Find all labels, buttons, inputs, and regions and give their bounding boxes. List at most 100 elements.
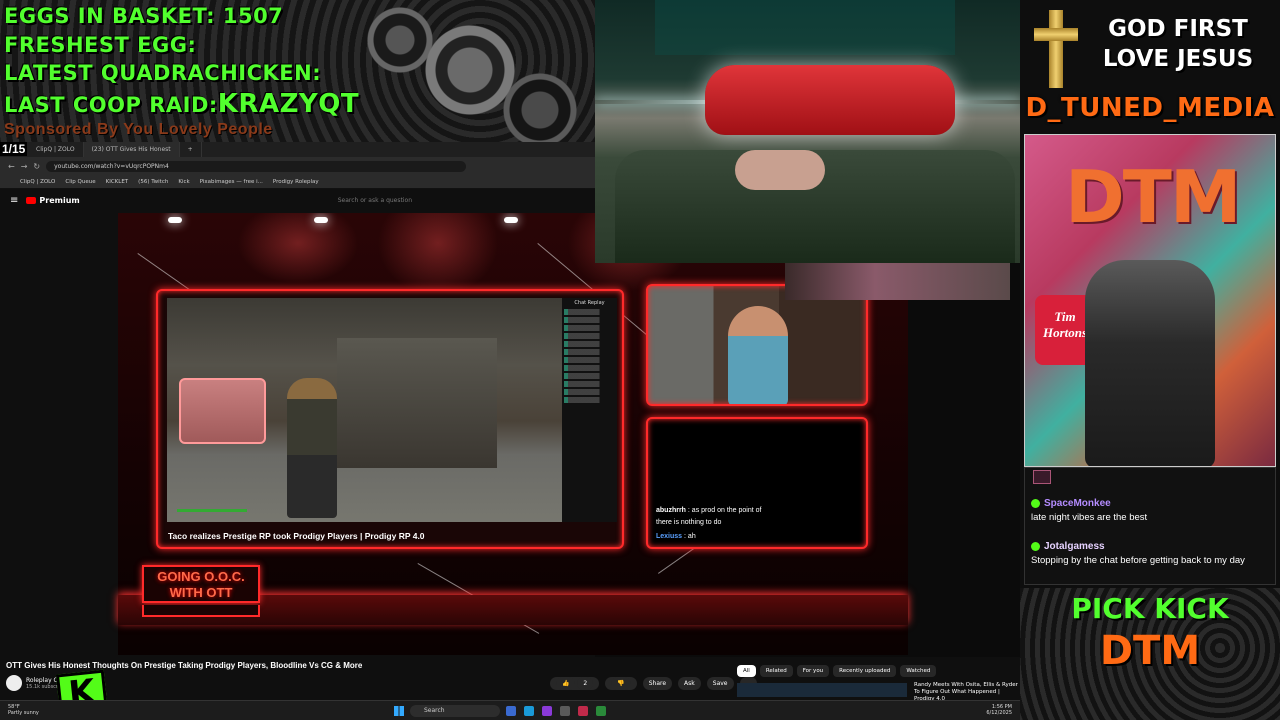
car-bumper-decor: [705, 65, 955, 135]
chat-username: Jotalgamess: [1044, 541, 1105, 552]
streamer-webcam: [595, 0, 1020, 263]
stream-chat-message: Lexiuss : ah: [656, 533, 696, 540]
share-button[interactable]: Share: [642, 677, 673, 690]
hallway: [337, 338, 497, 468]
taskbar-apps: [506, 706, 606, 716]
save-button[interactable]: Save: [706, 677, 734, 690]
pillow: [735, 150, 825, 190]
video-actions: 👍 2 👎 Share Ask Save ...: [550, 677, 758, 690]
address-bar: ← → ↻ youtube.com/watch?v=vUqrcPOPNm4: [0, 157, 595, 175]
chat-replay-panel: Chat Replay: [562, 298, 617, 522]
gaming-chair: [1085, 260, 1215, 466]
kick-badge-icon: [1031, 542, 1040, 551]
chat-text: late night vibes are the best: [1031, 512, 1148, 523]
ooc-banner: GOING O.O.C. WITH OTT: [142, 565, 260, 603]
chat-replay-row: [564, 357, 615, 363]
faith-line-1: GOD FIRST: [1108, 16, 1248, 42]
chat-replay-row: [564, 333, 615, 339]
youtube-video-title: OTT Gives His Honest Thoughts On Prestig…: [6, 661, 363, 670]
chat-user: SpaceMonkee: [1031, 498, 1147, 509]
faith-text: GOD FIRST LOVE JESUS: [1082, 14, 1274, 74]
ooc-banner-base: [142, 605, 260, 617]
chat-replay-row: [564, 325, 615, 331]
bookmark-item[interactable]: Pixabimages — free i...: [200, 179, 263, 185]
forward-icon[interactable]: →: [21, 162, 28, 171]
bookmark-item[interactable]: ClipQ | ZOLO: [20, 179, 55, 185]
browser-tab[interactable]: ClipQ | ZOLO: [28, 142, 84, 157]
chip-recently-uploaded[interactable]: Recently uploaded: [833, 665, 897, 677]
eggs-value: 1507: [222, 4, 284, 28]
chat-replay-row: [564, 389, 615, 395]
chat-text: Stopping by the chat before getting back…: [1031, 555, 1245, 566]
like-button[interactable]: 👍 2: [550, 677, 600, 690]
bookmark-item[interactable]: Prodigy Roleplay: [273, 179, 319, 185]
stats-overlay: EGGS IN BASKET: 1507 FRESHEST EGG: LATES…: [0, 0, 595, 142]
chip-watched[interactable]: Watched: [900, 665, 937, 677]
chat-replay-row: [564, 381, 615, 387]
coop-raid-label: LAST COOP RAID:: [4, 93, 218, 117]
youtube-play-icon: [26, 196, 37, 204]
youtube-search-input[interactable]: Search or ask a question: [338, 197, 412, 204]
chat-overlay: SpaceMonkee late night vibes are the bes…: [1024, 467, 1276, 585]
chat-replay-title: Chat Replay: [574, 300, 605, 306]
bookmark-item[interactable]: Kick: [178, 179, 189, 185]
ceiling-lamp-icon: [314, 217, 328, 223]
ceiling-lamp-icon: [168, 217, 182, 223]
youtube-logo[interactable]: Premium: [26, 195, 80, 205]
pick-kick-name: DTM: [1099, 628, 1201, 674]
chip-for-you[interactable]: For you: [796, 665, 830, 677]
bookmark-item[interactable]: (56) Twitch: [138, 179, 168, 185]
dislike-button[interactable]: 👎: [605, 677, 637, 690]
new-tab-button[interactable]: +: [180, 142, 202, 157]
pip-strip: [785, 263, 1010, 300]
bookmark-item[interactable]: KICKLET: [106, 179, 129, 185]
channel-avatar[interactable]: [6, 675, 22, 691]
reload-icon[interactable]: ↻: [33, 162, 40, 171]
pick-kick-promo: PICK KICK DTM: [1020, 588, 1280, 720]
sponsor-text: Sponsored By You Lovely People: [4, 121, 273, 138]
chat-bot-icon: [1033, 470, 1051, 484]
streamer-facecam: [179, 378, 266, 444]
url-input[interactable]: youtube.com/watch?v=vUqrcPOPNm4: [46, 160, 467, 172]
chat-replay-row: [564, 373, 615, 379]
file-explorer-icon[interactable]: [506, 706, 516, 716]
system-clock[interactable]: 1:56 PM 6/12/2025: [986, 704, 1012, 716]
youtube-brand-text: Premium: [39, 195, 80, 205]
youtube-video-info: OTT Gives His Honest Thoughts On Prestig…: [0, 657, 1020, 702]
clock-date: 6/12/2025: [986, 710, 1012, 716]
bookmark-item[interactable]: Clip Queue: [65, 179, 95, 185]
back-icon[interactable]: ←: [8, 162, 15, 171]
guest-webcam: [646, 284, 868, 406]
kick-badge-icon: [1031, 499, 1040, 508]
like-count: 2: [577, 677, 594, 690]
chat-text: there is nothing to do: [656, 519, 722, 526]
chat-text: : as prod on the point of: [687, 507, 762, 514]
room-webcam: DTM Tim Hortons: [1024, 134, 1276, 467]
related-video-thumbnail[interactable]: [737, 683, 907, 697]
app-icon[interactable]: [560, 706, 570, 716]
cross-vertical: [1049, 10, 1063, 88]
browser-tab-bar: ClipQ | ZOLO (23) OTT Gives His Honest +: [0, 142, 595, 157]
faith-line-2: LOVE JESUS: [1102, 46, 1254, 72]
taskbar-search[interactable]: Search: [410, 705, 500, 717]
chat-username: abuzhrrh: [656, 507, 686, 514]
ask-button[interactable]: Ask: [678, 677, 701, 690]
related-chips: All Related For you Recently uploaded Wa…: [737, 665, 937, 677]
hamburger-menu-icon[interactable]: ≡: [10, 195, 18, 206]
chip-all[interactable]: All: [737, 665, 756, 677]
cross-icon: [1034, 10, 1078, 88]
quadrachicken-label: LATEST QUADRACHICKEN:: [4, 61, 322, 85]
chip-related[interactable]: Related: [759, 665, 793, 677]
gameplay-footage: [167, 298, 562, 522]
weather-widget[interactable]: 58°F Partly sunny: [8, 704, 39, 716]
chrome-icon[interactable]: [596, 706, 606, 716]
chat-message: SpaceMonkee late night vibes are the bes…: [1031, 498, 1147, 523]
windows-start-icon[interactable]: [394, 706, 404, 716]
edge-icon[interactable]: [524, 706, 534, 716]
thumbs-down-icon: 👎: [611, 677, 631, 690]
browser-tab-active[interactable]: (23) OTT Gives His Honest: [83, 142, 180, 157]
app-icon[interactable]: [542, 706, 552, 716]
coop-raid: LAST COOP RAID:KRAZYQT: [4, 89, 359, 119]
chat-text: : ah: [684, 533, 696, 540]
app-icon[interactable]: [578, 706, 588, 716]
